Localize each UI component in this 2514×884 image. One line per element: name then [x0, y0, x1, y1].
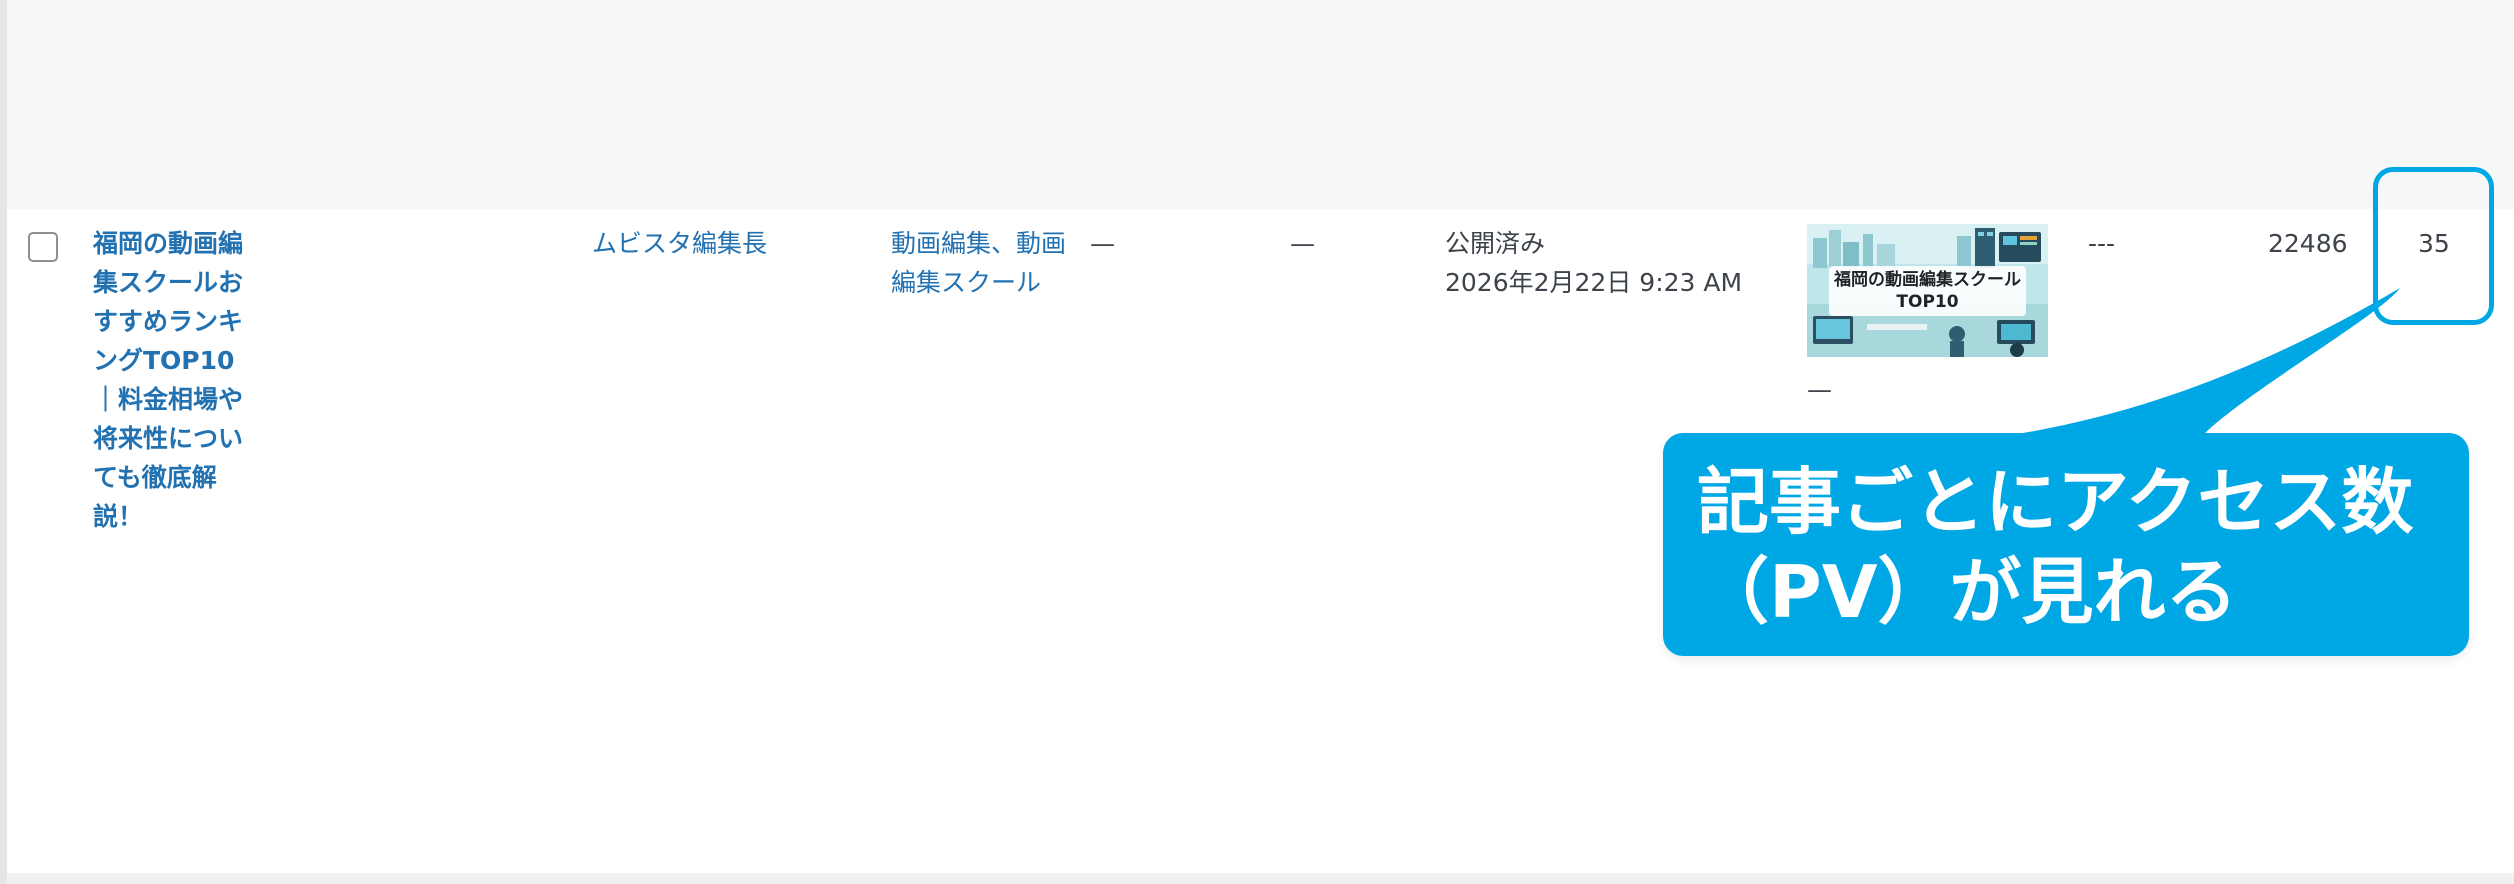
posts-list-screen: 福岡の動画編集スクールおすすめランキングTOP10｜料金相場や将来性についても徹…	[0, 0, 2514, 884]
callout-text: 記事ごとにアクセス数 （PV）が見れる	[1697, 457, 2457, 637]
annotation-callout: 記事ごとにアクセス数 （PV）が見れる	[1663, 433, 2469, 656]
callout-line-1: 記事ごとにアクセス数	[1697, 460, 2414, 544]
callout-line-2: （PV）が見れる	[1697, 550, 2238, 634]
